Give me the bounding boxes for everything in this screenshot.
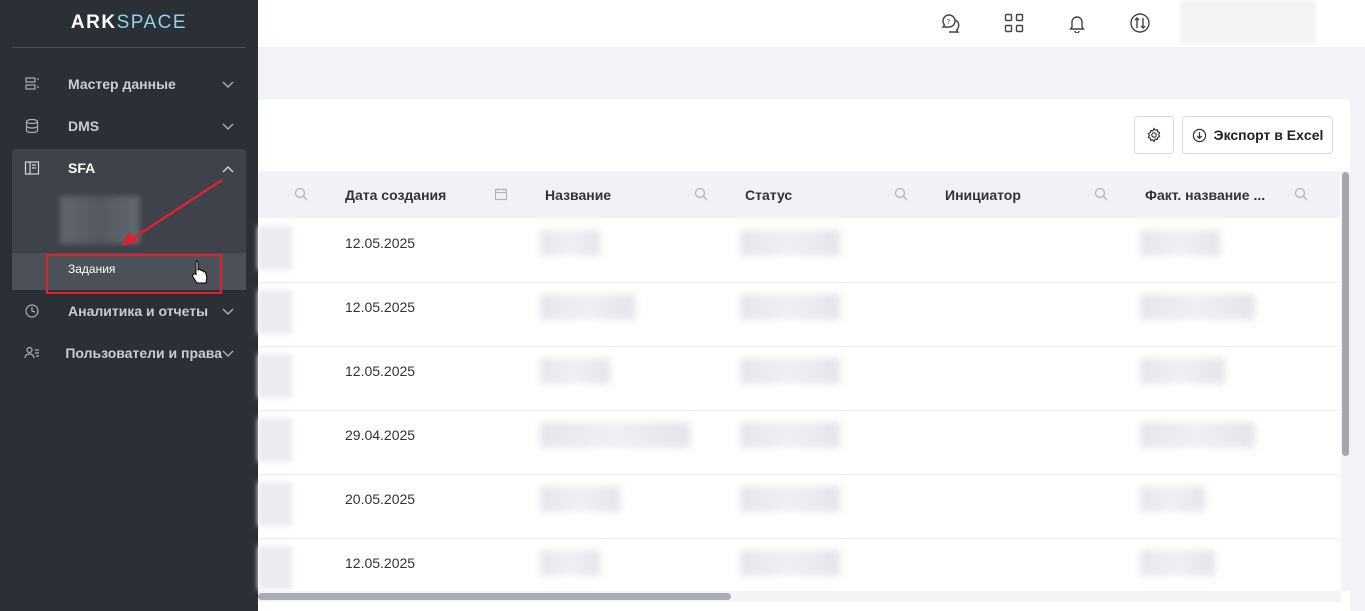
chevron-down-icon [222, 76, 234, 92]
master-data-icon [24, 76, 46, 92]
table-cell-date: 12.05.2025 [345, 363, 416, 379]
row-divider [258, 410, 1340, 411]
table-cell-blurred [1140, 230, 1220, 256]
table-cell-blurred [258, 482, 292, 526]
search-icon[interactable] [294, 187, 308, 201]
column-header-label: Название [545, 186, 612, 203]
table-cell-blurred [258, 546, 292, 590]
table-cell-blurred [540, 230, 600, 256]
table-settings-button[interactable] [1134, 116, 1174, 154]
chevron-down-icon [222, 118, 234, 134]
table-cell-date: 12.05.2025 [345, 555, 416, 571]
search-icon[interactable] [1294, 187, 1308, 201]
column-header-label: Дата создания [345, 186, 447, 203]
column-header-date[interactable]: Дата создания [345, 171, 446, 218]
sfa-icon [24, 160, 46, 176]
logo-text-space: SPACE [116, 12, 188, 33]
table-cell-blurred [1140, 358, 1225, 384]
table-cell-date: 12.05.2025 [345, 235, 416, 251]
logo[interactable]: ARKSPACE [0, 12, 258, 34]
hand-cursor-icon [192, 260, 208, 284]
logo-text-ark: ARK [70, 12, 117, 33]
column-header-initiator[interactable]: Инициатор [945, 171, 1021, 218]
table-cell-blurred [540, 294, 635, 320]
table-cell-date: 12.05.2025 [345, 299, 416, 315]
column-header-label: Инициатор [945, 186, 1021, 203]
sidebar-divider [12, 47, 246, 48]
search-icon[interactable] [694, 187, 708, 201]
sfa-sub-item-blurred[interactable] [60, 196, 140, 244]
export-excel-button[interactable]: Экспорт в Excel [1182, 116, 1333, 154]
column-header-fact-name[interactable]: Факт. название ... [1145, 171, 1265, 218]
vertical-scrollbar-thumb[interactable] [1342, 172, 1349, 456]
table-cell-blurred [540, 422, 690, 448]
bell-icon[interactable] [1065, 11, 1089, 35]
sidebar-item-sfa[interactable]: SFA [12, 150, 246, 186]
download-circle-icon [1192, 128, 1206, 142]
database-icon [24, 118, 46, 134]
chevron-down-icon [222, 345, 234, 361]
column-header-label: Статус [745, 186, 793, 203]
sidebar-item-users[interactable]: Пользователи и права [12, 335, 246, 371]
gear-icon [1147, 127, 1161, 143]
sidebar-item-label: DMS [68, 118, 100, 134]
table-cell-blurred [740, 230, 840, 256]
table-cell-blurred [740, 550, 840, 576]
table-cell-blurred [258, 354, 292, 398]
sidebar-item-label: SFA [68, 160, 96, 176]
sidebar: ARKSPACE Задания Мастер данные DMS SFA А… [0, 0, 258, 611]
table-cell-blurred [258, 290, 292, 334]
table-cell-blurred [740, 358, 840, 384]
export-button-label: Экспорт в Excel [1213, 127, 1324, 143]
table-cell-blurred [1140, 550, 1215, 576]
row-divider [258, 474, 1340, 475]
sidebar-item-master-data[interactable]: Мастер данные [12, 66, 246, 102]
search-icon[interactable] [1094, 187, 1108, 201]
sidebar-item-dms[interactable]: DMS [12, 108, 246, 144]
help-chat-icon[interactable]: ? [939, 11, 963, 35]
column-header-status[interactable]: Статус [745, 171, 792, 218]
table-cell-blurred [740, 294, 840, 320]
table-cell-blurred [740, 422, 840, 448]
table-cell-blurred [258, 418, 292, 462]
sidebar-item-label: Мастер данные [68, 76, 176, 92]
table-cell-blurred [540, 358, 610, 384]
svg-text:?: ? [947, 18, 951, 26]
column-header-label: Факт. название ... [1145, 186, 1266, 203]
table-cell-date: 20.05.2025 [345, 491, 416, 507]
row-divider [258, 282, 1340, 283]
horizontal-scrollbar-thumb[interactable] [258, 593, 731, 600]
search-icon[interactable] [894, 187, 908, 201]
chevron-up-icon [222, 160, 234, 176]
chevron-down-icon [222, 303, 234, 319]
sidebar-item-label: Пользователи и права [65, 345, 222, 361]
table-cell-blurred [258, 226, 292, 270]
sidebar-item-analytics[interactable]: Аналитика и отчеты [12, 293, 246, 329]
clock-chart-icon [24, 303, 46, 319]
calendar-icon[interactable] [494, 187, 508, 201]
table-cell-blurred [740, 486, 840, 512]
sidebar-item-label: Аналитика и отчеты [68, 303, 209, 319]
apps-grid-icon[interactable] [1002, 11, 1026, 35]
table-cell-blurred [1140, 486, 1205, 512]
table-cell-blurred [1140, 294, 1255, 320]
table-cell-blurred [540, 550, 600, 576]
sync-icon[interactable] [1128, 11, 1152, 35]
users-icon [24, 345, 43, 361]
table-cell-blurred [1140, 422, 1255, 448]
user-profile[interactable] [1180, 0, 1316, 43]
row-divider [258, 538, 1340, 539]
table-cell-date: 29.04.2025 [345, 427, 416, 443]
column-header-name[interactable]: Название [545, 171, 611, 218]
table-cell-blurred [540, 486, 620, 512]
row-divider [258, 346, 1340, 347]
